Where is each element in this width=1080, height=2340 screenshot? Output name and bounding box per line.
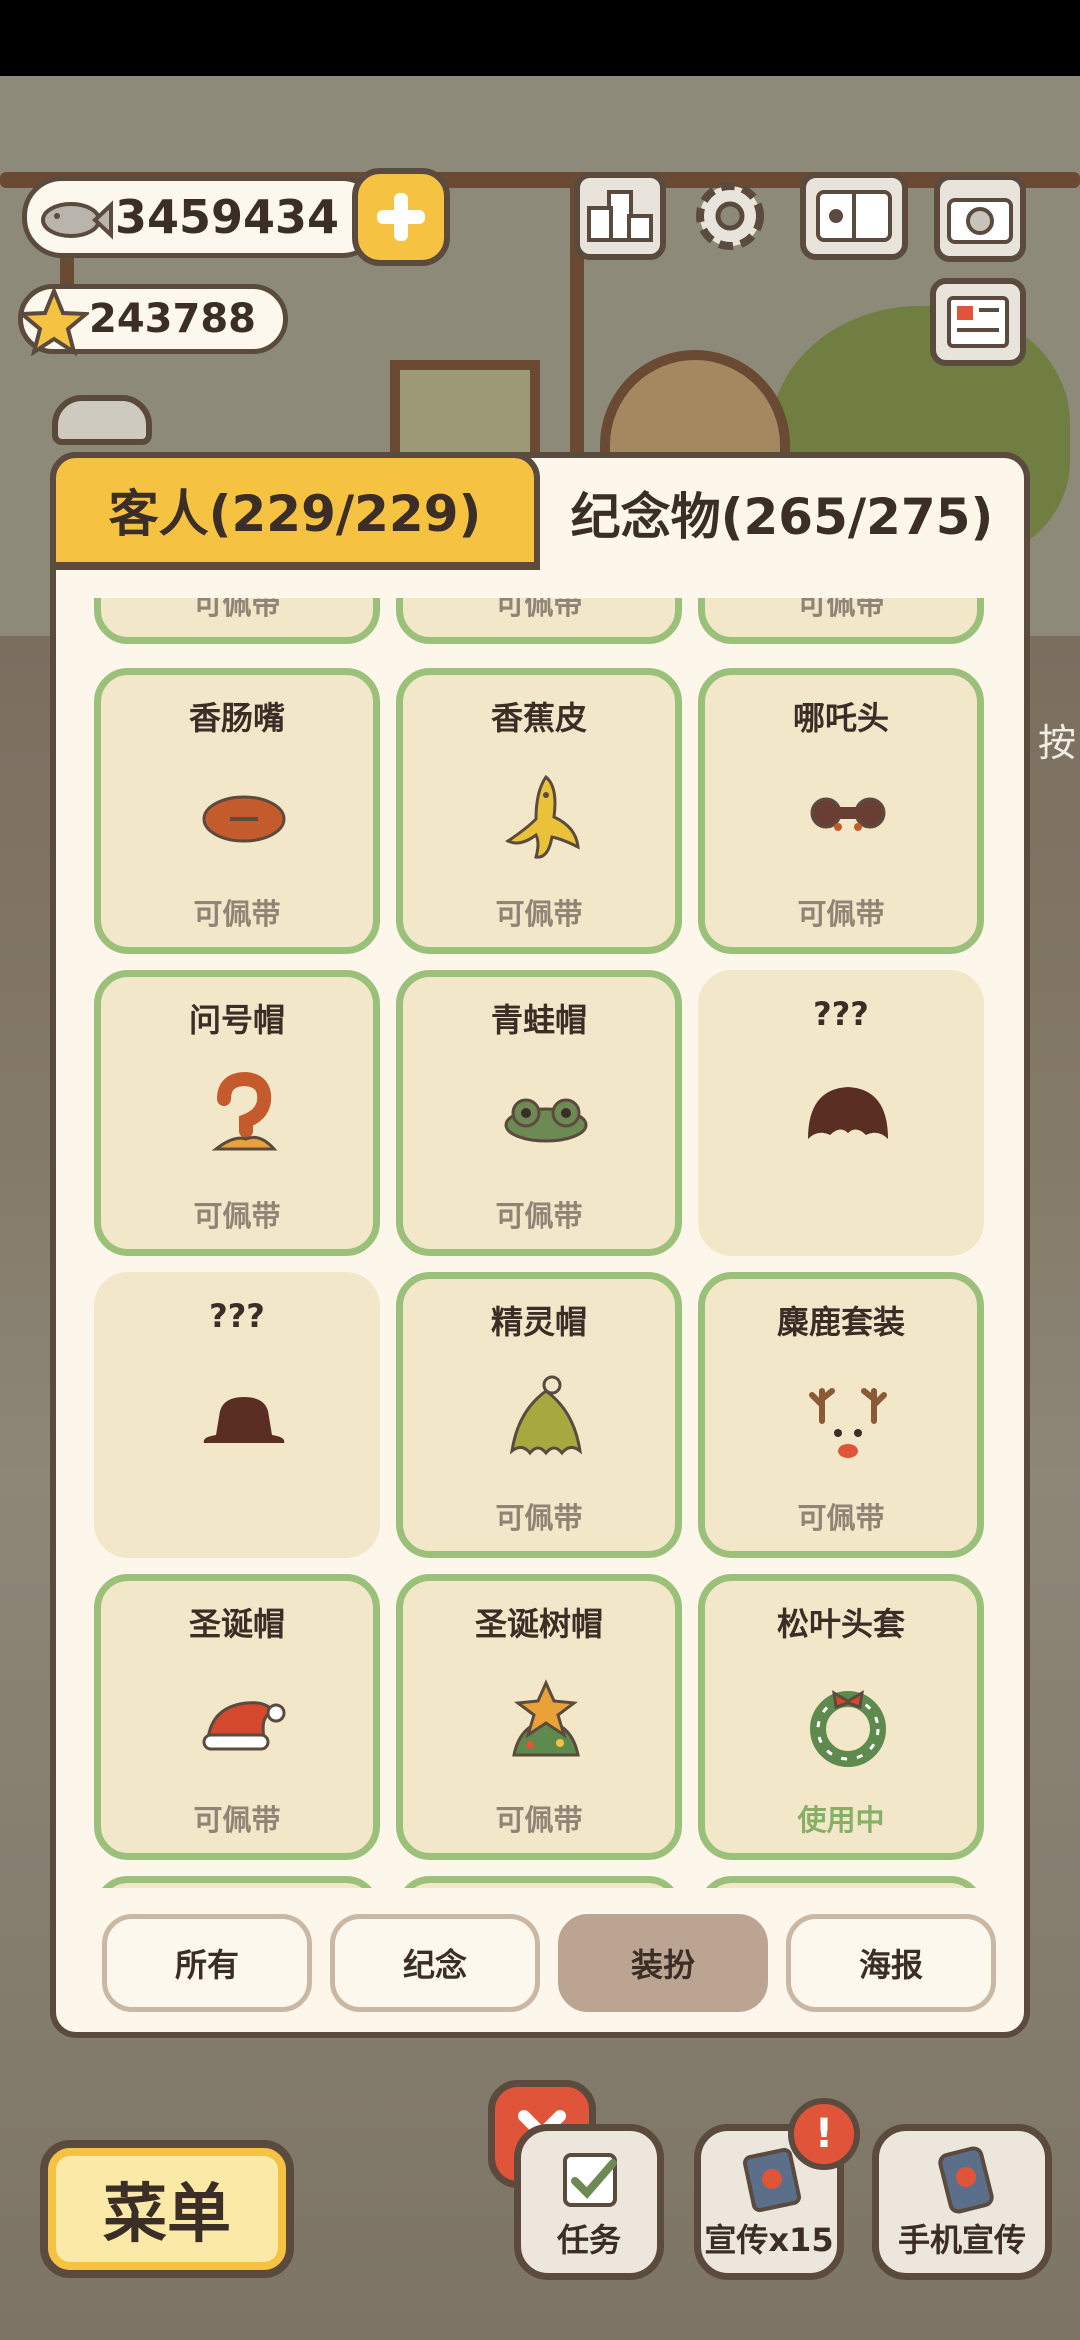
settings-button[interactable]: [684, 172, 776, 260]
star-icon: [19, 287, 89, 357]
souvenir-card-banana-peel[interactable]: 香蕉皮 可佩带: [396, 668, 682, 954]
promote-label: 宣传x15: [704, 2221, 834, 2259]
souvenir-card-partial[interactable]: [698, 1876, 984, 1888]
card-status: 可佩带: [193, 598, 281, 621]
card-name: 香肠嘴: [188, 699, 285, 737]
card-name: 青蛙帽: [490, 1001, 587, 1039]
phone-promote-button[interactable]: 手机宣传: [872, 2124, 1052, 2280]
fish-currency-pill: 3459434: [22, 176, 382, 258]
phone-promote-label: 手机宣传: [897, 2221, 1026, 2259]
banana-peel-icon: [505, 774, 580, 859]
filter-dressup-button[interactable]: 装扮: [558, 1914, 768, 2012]
filter-souvenir-button[interactable]: 纪念: [330, 1914, 540, 2012]
plus-icon: [377, 193, 425, 241]
card-status: 可佩带: [193, 1803, 281, 1837]
pine-wreath-icon: [810, 1690, 886, 1767]
elf-hat-icon: [509, 1375, 583, 1456]
card-status: 可佩带: [495, 1501, 583, 1535]
card-status: 可佩带: [495, 598, 583, 621]
souvenir-card-partial[interactable]: [396, 1876, 682, 1888]
santa-hat-icon: [202, 1701, 286, 1751]
filter-all-button[interactable]: 所有: [102, 1914, 312, 2012]
card-status: 可佩带: [495, 1199, 583, 1233]
menu-button[interactable]: 菜单: [40, 2140, 294, 2278]
tasks-button[interactable]: 任务: [514, 2124, 664, 2280]
card-status: 可佩带: [495, 897, 583, 931]
fish-currency-value: 3459434: [115, 190, 340, 244]
tasks-label: 任务: [556, 2221, 621, 2259]
christmas-tree-hat-icon: [512, 1679, 580, 1757]
checkmark-icon: [563, 2153, 617, 2207]
card-status-in-use: 使用中: [797, 1803, 885, 1837]
card-name: 麋鹿套装: [776, 1303, 905, 1341]
card-status: 可佩带: [797, 1501, 885, 1535]
unknown-hat-silhouette-icon: [203, 1397, 285, 1443]
card-status: 可佩带: [797, 598, 885, 621]
filter-poster-button[interactable]: 海报: [786, 1914, 996, 2012]
card-status: 可佩带: [193, 1199, 281, 1233]
paw-book-icon: [816, 190, 892, 242]
souvenir-card-partial[interactable]: 可佩带: [698, 598, 984, 644]
souvenir-card-frog-hat[interactable]: 青蛙帽 可佩带: [396, 970, 682, 1256]
leaderboard-button[interactable]: [574, 172, 666, 260]
frog-hat-icon: [504, 1098, 588, 1143]
souvenir-grid[interactable]: 可佩带 可佩带 可佩带 香肠嘴 可佩带 香蕉皮 可佩带 哪吒头 可佩带 问号帽 …: [56, 598, 1024, 1888]
souvenir-card-locked[interactable]: ???: [94, 1272, 380, 1558]
fish-icon: [41, 200, 113, 240]
tab-divider: [56, 562, 540, 570]
souvenir-card-christmas-tree-hat[interactable]: 圣诞树帽 可佩带: [396, 1574, 682, 1860]
card-status: 可佩带: [495, 1803, 583, 1837]
tab-guests[interactable]: 客人(229/229): [50, 452, 540, 568]
chef-hat-decoration: [52, 395, 152, 445]
star-currency-value: 243788: [89, 296, 256, 342]
card-name: 香蕉皮: [490, 699, 587, 737]
question-mark-hat-icon: [211, 1071, 278, 1151]
gear-icon: [696, 182, 764, 250]
sausage-mouth-icon: [202, 795, 286, 843]
souvenir-card-elf-hat[interactable]: 精灵帽 可佩带: [396, 1272, 682, 1558]
card-name: ???: [813, 995, 869, 1033]
newspaper-icon: [947, 296, 1009, 348]
card-name: ???: [209, 1297, 265, 1335]
camera-button[interactable]: [934, 174, 1026, 262]
card-name: 圣诞帽: [188, 1605, 285, 1643]
podium-icon: [587, 190, 653, 242]
card-status: 可佩带: [193, 897, 281, 931]
souvenir-card-santa-hat[interactable]: 圣诞帽 可佩带: [94, 1574, 380, 1860]
phone-icon: [938, 2146, 994, 2214]
card-status: 可佩带: [797, 897, 885, 931]
reindeer-set-icon: [809, 1388, 887, 1458]
unknown-hair-silhouette-icon: [808, 1087, 888, 1139]
souvenir-card-question-hat[interactable]: 问号帽 可佩带: [94, 970, 380, 1256]
guidebook-button[interactable]: [800, 172, 908, 260]
add-currency-button[interactable]: [352, 168, 450, 266]
newspaper-button[interactable]: [930, 278, 1026, 366]
souvenir-card-partial[interactable]: 可佩带: [396, 598, 682, 644]
camera-icon: [947, 198, 1013, 244]
souvenir-card-nezha-hair[interactable]: 哪吒头 可佩带: [698, 668, 984, 954]
tab-souvenirs[interactable]: 纪念物(265/275): [540, 452, 1030, 568]
alert-badge: !: [788, 2098, 860, 2170]
souvenir-card-sausage-mouth[interactable]: 香肠嘴 可佩带: [94, 668, 380, 954]
nezha-hair-icon: [810, 797, 886, 831]
card-name: 哪吒头: [792, 699, 889, 737]
souvenir-card-partial[interactable]: 可佩带: [94, 598, 380, 644]
side-hint-text: 按: [1038, 721, 1077, 765]
souvenir-card-locked[interactable]: ???: [698, 970, 984, 1256]
card-name: 问号帽: [188, 1001, 285, 1039]
status-bar: [0, 0, 1080, 76]
souvenir-card-partial[interactable]: [94, 1876, 380, 1888]
star-currency-pill: 243788: [18, 284, 288, 357]
card-name: 松叶头套: [776, 1605, 905, 1643]
souvenir-card-pine-wreath[interactable]: 松叶头套 使用中: [698, 1574, 984, 1860]
souvenir-card-reindeer-set[interactable]: 麋鹿套装 可佩带: [698, 1272, 984, 1558]
card-name: 圣诞树帽: [474, 1605, 603, 1643]
card-name: 精灵帽: [490, 1303, 587, 1341]
